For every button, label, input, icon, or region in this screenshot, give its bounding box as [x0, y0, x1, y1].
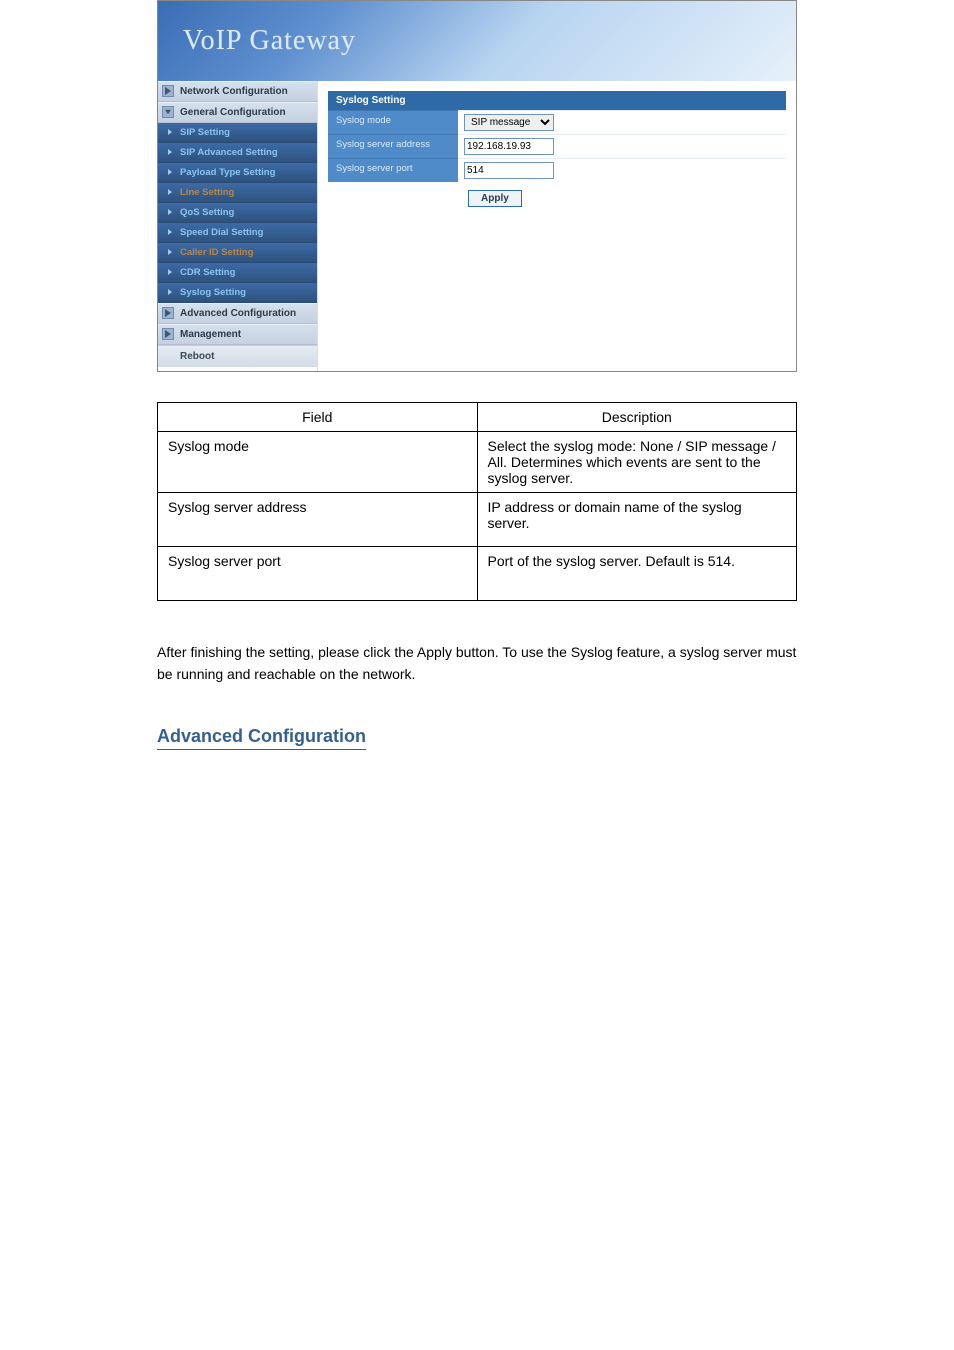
chevron-right-icon: [168, 229, 172, 235]
sidebar-item-label: SIP Advanced Setting: [180, 147, 278, 158]
sidebar-item-label: Payload Type Setting: [180, 167, 275, 178]
input-syslog-port[interactable]: [464, 162, 554, 179]
sidebar-item-payload[interactable]: Payload Type Setting: [158, 163, 317, 183]
sidebar-item-qos[interactable]: QoS Setting: [158, 203, 317, 223]
sidebar-item-sip-setting[interactable]: SIP Setting: [158, 123, 317, 143]
table-header-field: Field: [158, 403, 478, 432]
description-table: Field Description Syslog mode Select the…: [157, 402, 797, 601]
chevron-right-icon: [168, 289, 172, 295]
router-admin-screenshot: VoIP Gateway Network Configuration Gener…: [157, 0, 797, 372]
section-heading-advanced: Advanced Configuration: [157, 726, 366, 750]
section-arrow-icon: [162, 85, 174, 97]
table-row: Syslog mode Select the syslog mode: None…: [158, 432, 797, 493]
chevron-right-icon: [168, 209, 172, 215]
apply-button[interactable]: Apply: [468, 190, 522, 207]
sidebar-item-label: SIP Setting: [180, 127, 230, 138]
cell-field: Syslog mode: [158, 432, 478, 493]
section-arrow-icon: [162, 328, 174, 340]
cell-desc: Port of the syslog server. Default is 51…: [477, 547, 797, 601]
sidebar-item-line[interactable]: Line Setting: [158, 183, 317, 203]
table-header-desc: Description: [477, 403, 797, 432]
sidebar-item-label: Line Setting: [180, 187, 234, 198]
sidebar-item-label: Syslog Setting: [180, 287, 246, 298]
panel-title: Syslog Setting: [328, 91, 786, 110]
chevron-right-icon: [168, 269, 172, 275]
cell-desc: IP address or domain name of the syslog …: [477, 493, 797, 547]
table-row: Syslog server address IP address or doma…: [158, 493, 797, 547]
cell-desc: Select the syslog mode: None / SIP messa…: [477, 432, 797, 493]
chevron-right-icon: [168, 249, 172, 255]
sidebar-item-label: Caller ID Setting: [180, 247, 253, 258]
cell-field: Syslog server port: [158, 547, 478, 601]
sidebar-section-general[interactable]: General Configuration: [158, 102, 317, 123]
sidebar-item-syslog[interactable]: Syslog Setting: [158, 283, 317, 303]
sidebar-section-network[interactable]: Network Configuration: [158, 81, 317, 102]
sidebar-section-label: Management: [180, 329, 241, 340]
sidebar-item-speed-dial[interactable]: Speed Dial Setting: [158, 223, 317, 243]
select-syslog-mode[interactable]: SIP message: [464, 114, 554, 131]
chevron-right-icon: [168, 189, 172, 195]
label-syslog-address: Syslog server address: [328, 134, 458, 158]
sidebar-item-label: QoS Setting: [180, 207, 234, 218]
sidebar-item-caller-id[interactable]: Caller ID Setting: [158, 243, 317, 263]
label-syslog-mode: Syslog mode: [328, 110, 458, 134]
cell-field: Syslog server address: [158, 493, 478, 547]
banner: VoIP Gateway: [158, 1, 796, 81]
sidebar-section-label: Advanced Configuration: [180, 308, 296, 319]
label-syslog-port: Syslog server port: [328, 158, 458, 182]
sidebar-section-advanced[interactable]: Advanced Configuration: [158, 303, 317, 324]
section-arrow-icon: [162, 307, 174, 319]
chevron-right-icon: [168, 169, 172, 175]
body-paragraph: After finishing the setting, please clic…: [157, 641, 797, 686]
sidebar-item-cdr[interactable]: CDR Setting: [158, 263, 317, 283]
sidebar-section-label: General Configuration: [180, 107, 286, 118]
sidebar: Network Configuration General Configurat…: [158, 81, 318, 371]
chevron-right-icon: [168, 149, 172, 155]
table-row: Syslog server port Port of the syslog se…: [158, 547, 797, 601]
sidebar-section-management[interactable]: Management: [158, 324, 317, 345]
section-arrow-icon: [162, 106, 174, 118]
sidebar-reboot-label: Reboot: [180, 351, 214, 362]
sidebar-reboot[interactable]: Reboot: [158, 345, 317, 367]
content-area: Syslog Setting Syslog mode SIP message S…: [318, 81, 796, 371]
sidebar-item-label: CDR Setting: [180, 267, 235, 278]
sidebar-section-label: Network Configuration: [180, 86, 288, 97]
sidebar-item-sip-advanced[interactable]: SIP Advanced Setting: [158, 143, 317, 163]
chevron-right-icon: [168, 129, 172, 135]
banner-title: VoIP Gateway: [183, 25, 356, 57]
input-syslog-address[interactable]: [464, 138, 554, 155]
sidebar-item-label: Speed Dial Setting: [180, 227, 263, 238]
